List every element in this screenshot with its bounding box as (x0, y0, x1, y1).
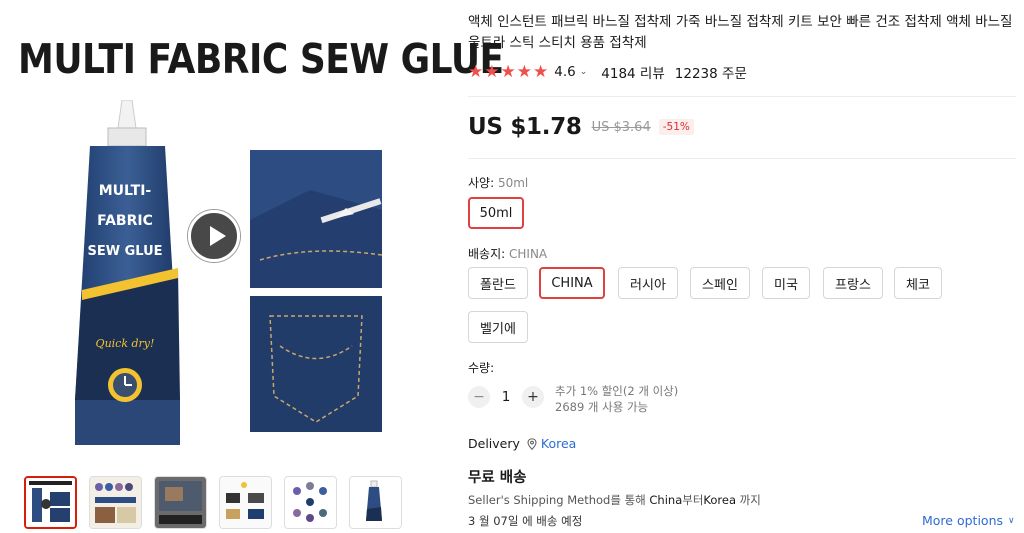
play-video-button[interactable] (188, 210, 240, 262)
bulk-discount-note: 추가 1% 할인(2 개 이상) (555, 384, 679, 398)
shipping-method-suffix: 까지 (736, 493, 761, 507)
delivery-row: Delivery Korea (468, 436, 576, 451)
shipping-method: Seller's Shipping Method를 통해 China부터Kore… (468, 492, 761, 508)
tube-label-line2: FABRIC (97, 213, 153, 229)
jeans-photo-pocket (250, 296, 382, 432)
free-shipping-title: 무료 배송 (468, 470, 527, 486)
product-info-panel: 액체 인스턴트 패브릭 바느질 접착제 가죽 바느질 접착제 키트 보안 빠른 … (468, 0, 1024, 533)
main-product-image[interactable]: MULTI FABRIC SEW GLUE MULTI- FABRIC SEW … (0, 0, 504, 470)
available-stock: 2689 개 사용 가능 (555, 400, 649, 414)
more-options-link[interactable]: More options ∨ (922, 513, 1015, 528)
ships-from-option-china[interactable]: CHINA (539, 267, 605, 299)
ships-from-option-france[interactable]: 프랑스 (823, 267, 883, 299)
divider (468, 96, 1016, 97)
ships-from-label-row: 배송지: CHINA (468, 245, 547, 262)
chevron-down-icon: ∨ (1008, 515, 1015, 526)
thumbnail-3[interactable] (154, 476, 207, 529)
hero-title: MULTI FABRIC SEW GLUE (18, 36, 504, 84)
tube-tagline: Quick dry! (96, 337, 155, 350)
rating-stars: ★ ★ ★ ★ ★ (468, 62, 548, 82)
quantity-label: 수량: (468, 361, 495, 375)
star-icon: ★ (500, 62, 516, 82)
star-icon: ★ (468, 62, 484, 82)
quantity-note: 추가 1% 할인(2 개 이상) 2689 개 사용 가능 (555, 383, 678, 415)
tube-label-line1: MULTI- (99, 183, 152, 199)
thumbnail-4[interactable] (219, 476, 272, 529)
shipping-destination: Korea (703, 493, 737, 507)
original-price: US $3.64 (591, 119, 651, 135)
ships-from-option-poland[interactable]: 폴란드 (468, 267, 528, 299)
ships-from-label: 배송지: (468, 247, 506, 261)
more-options-label: More options (922, 513, 1003, 528)
rating-value[interactable]: 4.6 (554, 64, 575, 80)
thumbnail-6[interactable] (349, 476, 402, 529)
spec-label-row: 사양: 50ml (468, 174, 528, 191)
glue-tube-image: MULTI- FABRIC SEW GLUE Quick dry! (75, 100, 180, 445)
discount-badge: -51% (658, 119, 694, 135)
spec-label: 사양: (468, 176, 495, 190)
ships-from-option-czech[interactable]: 체코 (894, 267, 942, 299)
tube-label-line3: SEW GLUE (87, 244, 162, 259)
ships-from-option-belgium[interactable]: 벨기에 (468, 311, 528, 343)
order-count: 12238 주문 (674, 66, 747, 82)
ships-from-option-usa[interactable]: 미국 (762, 267, 810, 299)
star-icon: ★ (516, 62, 532, 82)
thumbnail-1[interactable] (24, 476, 77, 529)
chevron-down-icon[interactable]: ⌄ (580, 67, 588, 77)
quantity-increase-button[interactable]: + (522, 386, 544, 408)
ships-from-selected-value: CHINA (509, 247, 548, 261)
delivery-label: Delivery (468, 436, 520, 451)
spec-option-50ml[interactable]: 50ml (468, 197, 524, 229)
quantity-decrease-button[interactable]: − (468, 386, 490, 408)
jeans-photo-applying-glue (250, 150, 382, 288)
shipping-method-prefix: Seller's Shipping Method를 통해 (468, 493, 650, 507)
quantity-input[interactable]: 1 (490, 389, 522, 405)
review-count[interactable]: 4184 리뷰 (601, 62, 665, 82)
thumbnail-5[interactable] (284, 476, 337, 529)
spec-selected-value: 50ml (497, 176, 529, 190)
ships-from-option-spain[interactable]: 스페인 (690, 267, 750, 299)
current-price: US $1.78 (468, 114, 582, 140)
product-title: 액체 인스턴트 패브릭 바느질 접착제 가죽 바느질 접착제 키트 보안 빠른 … (468, 14, 1013, 51)
thumbnail-strip (24, 476, 402, 529)
price-row: US $1.78 US $3.64 -51% (468, 114, 694, 140)
product-gallery: MULTI FABRIC SEW GLUE MULTI- FABRIC SEW … (0, 0, 504, 533)
location-pin-icon (527, 437, 537, 450)
shipping-origin: China (649, 493, 683, 507)
star-icon: ★ (484, 62, 500, 82)
thumbnail-2[interactable] (89, 476, 142, 529)
delivery-location-link[interactable]: Korea (541, 436, 576, 451)
delivery-eta: 3 월 07일 에 배송 예정 (468, 514, 583, 528)
divider (468, 158, 1016, 159)
ships-from-option-russia[interactable]: 러시아 (618, 267, 678, 299)
star-icon: ★ (533, 62, 549, 82)
rating-row: ★ ★ ★ ★ ★ 4.6 ⌄ 4184 리뷰 12238 주문 (468, 62, 747, 82)
shipping-method-mid: 부터 (682, 493, 704, 507)
quantity-stepper: − 1 + (468, 386, 544, 408)
